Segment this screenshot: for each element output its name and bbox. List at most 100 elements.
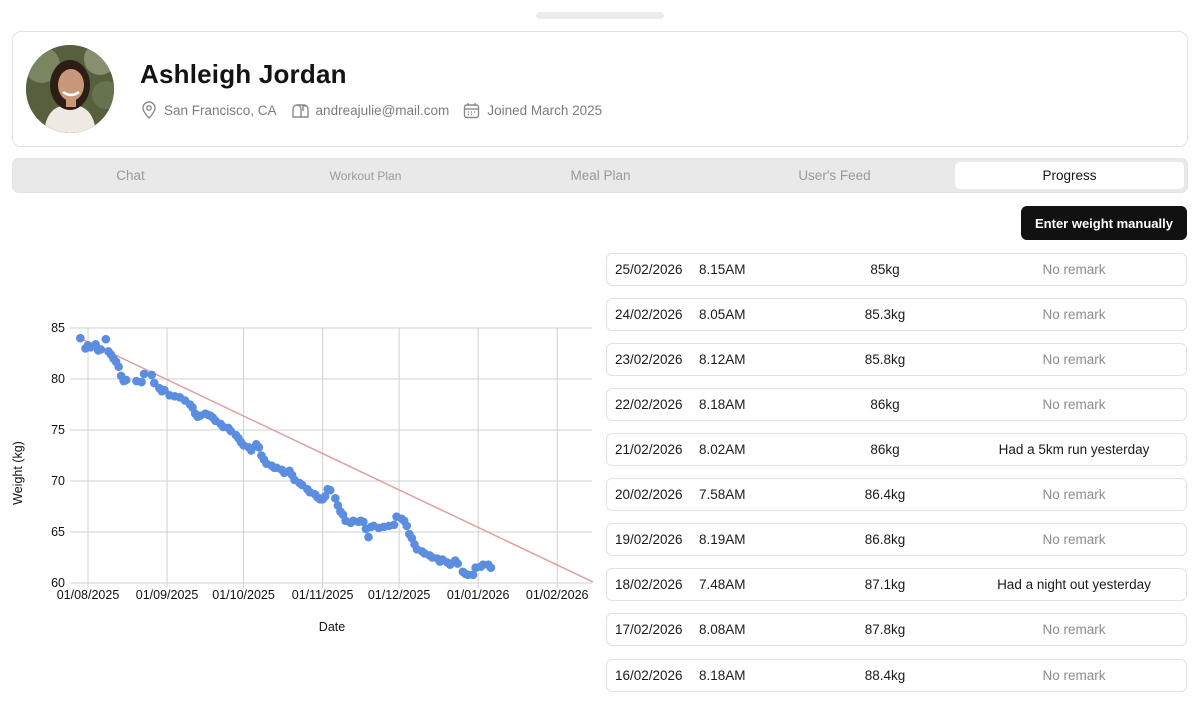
data-point[interactable] bbox=[101, 334, 111, 344]
user-name: Ashleigh Jordan bbox=[140, 59, 347, 89]
y-axis-label: Weight (kg) bbox=[11, 441, 25, 505]
list-item[interactable]: 19/02/2026 8.19AM 86.8kg No remark bbox=[606, 523, 1187, 556]
drag-handle[interactable] bbox=[536, 12, 664, 19]
entry-time: 7.48AM bbox=[699, 577, 746, 592]
entry-remark: No remark bbox=[1042, 397, 1106, 412]
list-item[interactable]: 23/02/2026 8.12AM 85.8kg No remark bbox=[606, 343, 1187, 376]
entry-remark: No remark bbox=[1042, 487, 1106, 502]
tab-workout-plan[interactable]: Workout Plan bbox=[251, 162, 480, 189]
data-point[interactable] bbox=[389, 520, 399, 530]
entry-remark: No remark bbox=[1042, 262, 1106, 277]
entry-remark: Had a night out yesterday bbox=[997, 577, 1151, 592]
entry-remark: Had a 5km run yesterday bbox=[998, 442, 1150, 457]
tab-meal-plan[interactable]: Meal Plan bbox=[486, 162, 715, 189]
entry-weight: 86.8kg bbox=[864, 532, 906, 547]
entry-date: 19/02/2026 bbox=[615, 532, 683, 547]
x-tick-label: 01/12/2025 bbox=[368, 588, 431, 602]
entry-remark: No remark bbox=[1042, 622, 1106, 637]
entry-weight: 86.4kg bbox=[864, 487, 906, 502]
data-point[interactable] bbox=[364, 532, 373, 542]
calendar-icon bbox=[464, 102, 480, 118]
entry-date: 23/02/2026 bbox=[615, 352, 683, 367]
data-point[interactable] bbox=[147, 370, 157, 380]
joined-date: Joined March 2025 bbox=[463, 102, 602, 119]
entry-remark: No remark bbox=[1042, 352, 1106, 367]
entry-date: 22/02/2026 bbox=[615, 397, 683, 412]
entry-time: 8.12AM bbox=[699, 352, 746, 367]
data-point[interactable] bbox=[325, 485, 335, 495]
list-item[interactable]: 20/02/2026 7.58AM 86.4kg No remark bbox=[606, 478, 1187, 511]
x-tick-label: 01/02/2026 bbox=[526, 588, 589, 602]
joined-text: Joined March 2025 bbox=[487, 102, 603, 118]
entry-date: 16/02/2026 bbox=[615, 668, 683, 683]
enter-weight-button[interactable]: Enter weight manually bbox=[1021, 206, 1187, 240]
entry-date: 17/02/2026 bbox=[615, 622, 683, 637]
entry-time: 8.02AM bbox=[699, 442, 746, 457]
y-tick-label: 85 bbox=[51, 321, 65, 335]
entry-remark: No remark bbox=[1042, 668, 1106, 683]
entry-weight: 86kg bbox=[870, 442, 900, 457]
entry-time: 8.08AM bbox=[699, 622, 746, 637]
list-item[interactable]: 25/02/2026 8.15AM 85kg No remark bbox=[606, 253, 1187, 286]
entry-time: 8.15AM bbox=[699, 262, 746, 277]
tab-users-feed[interactable]: User's Feed bbox=[720, 162, 949, 189]
entry-date: 25/02/2026 bbox=[615, 262, 683, 277]
profile-meta: San Francisco, CA andreajulie@mail.com J… bbox=[141, 101, 616, 119]
list-item[interactable]: 22/02/2026 8.18AM 86kg No remark bbox=[606, 388, 1187, 421]
x-tick-label: 01/11/2025 bbox=[292, 588, 354, 602]
email-text: andreajulie@mail.com bbox=[315, 102, 450, 118]
data-point[interactable] bbox=[402, 521, 412, 531]
entry-time: 8.19AM bbox=[699, 532, 746, 547]
avatar[interactable] bbox=[26, 45, 114, 133]
entry-time: 7.58AM bbox=[699, 487, 746, 502]
entry-weight: 86kg bbox=[870, 397, 900, 412]
data-point[interactable] bbox=[121, 375, 131, 385]
list-item[interactable]: 16/02/2026 8.18AM 88.4kg No remark bbox=[606, 659, 1187, 692]
map-pin-icon bbox=[142, 101, 156, 119]
y-tick-label: 80 bbox=[51, 372, 65, 386]
x-tick-label: 01/09/2025 bbox=[136, 588, 199, 602]
entry-weight: 85.8kg bbox=[864, 352, 906, 367]
entry-time: 8.18AM bbox=[699, 397, 746, 412]
x-tick-label: 01/01/2026 bbox=[447, 588, 510, 602]
entry-remark: No remark bbox=[1042, 532, 1106, 547]
location-text: San Francisco, CA bbox=[164, 102, 277, 118]
y-tick-label: 65 bbox=[51, 525, 65, 539]
weight-chart: 85807570656001/08/2025 01/09/2025 01/10/20… bbox=[11, 321, 594, 634]
list-item[interactable]: 18/02/2026 7.48AM 87.1kg Had a night out… bbox=[606, 568, 1187, 601]
mailbox-icon bbox=[291, 103, 309, 118]
entry-time: 8.18AM bbox=[699, 668, 746, 683]
y-tick-label: 70 bbox=[51, 474, 65, 488]
entry-time: 8.05AM bbox=[699, 307, 746, 322]
data-point[interactable] bbox=[486, 563, 496, 572]
data-point[interactable] bbox=[137, 377, 146, 387]
entry-date: 20/02/2026 bbox=[615, 487, 683, 502]
entry-date: 18/02/2026 bbox=[615, 577, 683, 592]
data-point[interactable] bbox=[139, 369, 149, 379]
x-tick-label: 01/10/2025 bbox=[212, 588, 275, 602]
list-item[interactable]: 21/02/2026 8.02AM 86kg Had a 5km run yes… bbox=[606, 433, 1187, 466]
list-item[interactable]: 17/02/2026 8.08AM 87.8kg No remark bbox=[606, 613, 1187, 646]
email[interactable]: andreajulie@mail.com bbox=[291, 102, 450, 119]
entry-date: 21/02/2026 bbox=[615, 442, 683, 457]
data-point[interactable] bbox=[96, 345, 106, 354]
x-axis-label: Date bbox=[319, 620, 345, 634]
tab-progress[interactable]: Progress bbox=[955, 162, 1184, 189]
data-point[interactable] bbox=[453, 559, 463, 568]
data-point[interactable] bbox=[114, 362, 123, 372]
tab-bar: Chat Workout Plan Meal Plan User's Feed … bbox=[12, 158, 1188, 193]
data-point[interactable] bbox=[76, 333, 85, 343]
entry-weight: 85.3kg bbox=[864, 307, 906, 322]
profile-card: Ashleigh Jordan San Francisco, CA andrea… bbox=[12, 31, 1188, 147]
entry-weight: 88.4kg bbox=[864, 668, 906, 683]
x-tick-label: 01/08/2025 bbox=[57, 588, 120, 602]
entry-remark: No remark bbox=[1042, 307, 1106, 322]
tab-chat[interactable]: Chat bbox=[16, 162, 245, 189]
location: San Francisco, CA bbox=[141, 101, 277, 119]
list-item[interactable]: 24/02/2026 8.05AM 85.3kg No remark bbox=[606, 298, 1187, 331]
entry-weight: 87.1kg bbox=[864, 577, 906, 592]
entry-weight: 87.8kg bbox=[864, 622, 906, 637]
y-tick-label: 75 bbox=[51, 423, 65, 437]
data-point[interactable] bbox=[254, 443, 264, 452]
entry-weight: 85kg bbox=[870, 262, 900, 277]
